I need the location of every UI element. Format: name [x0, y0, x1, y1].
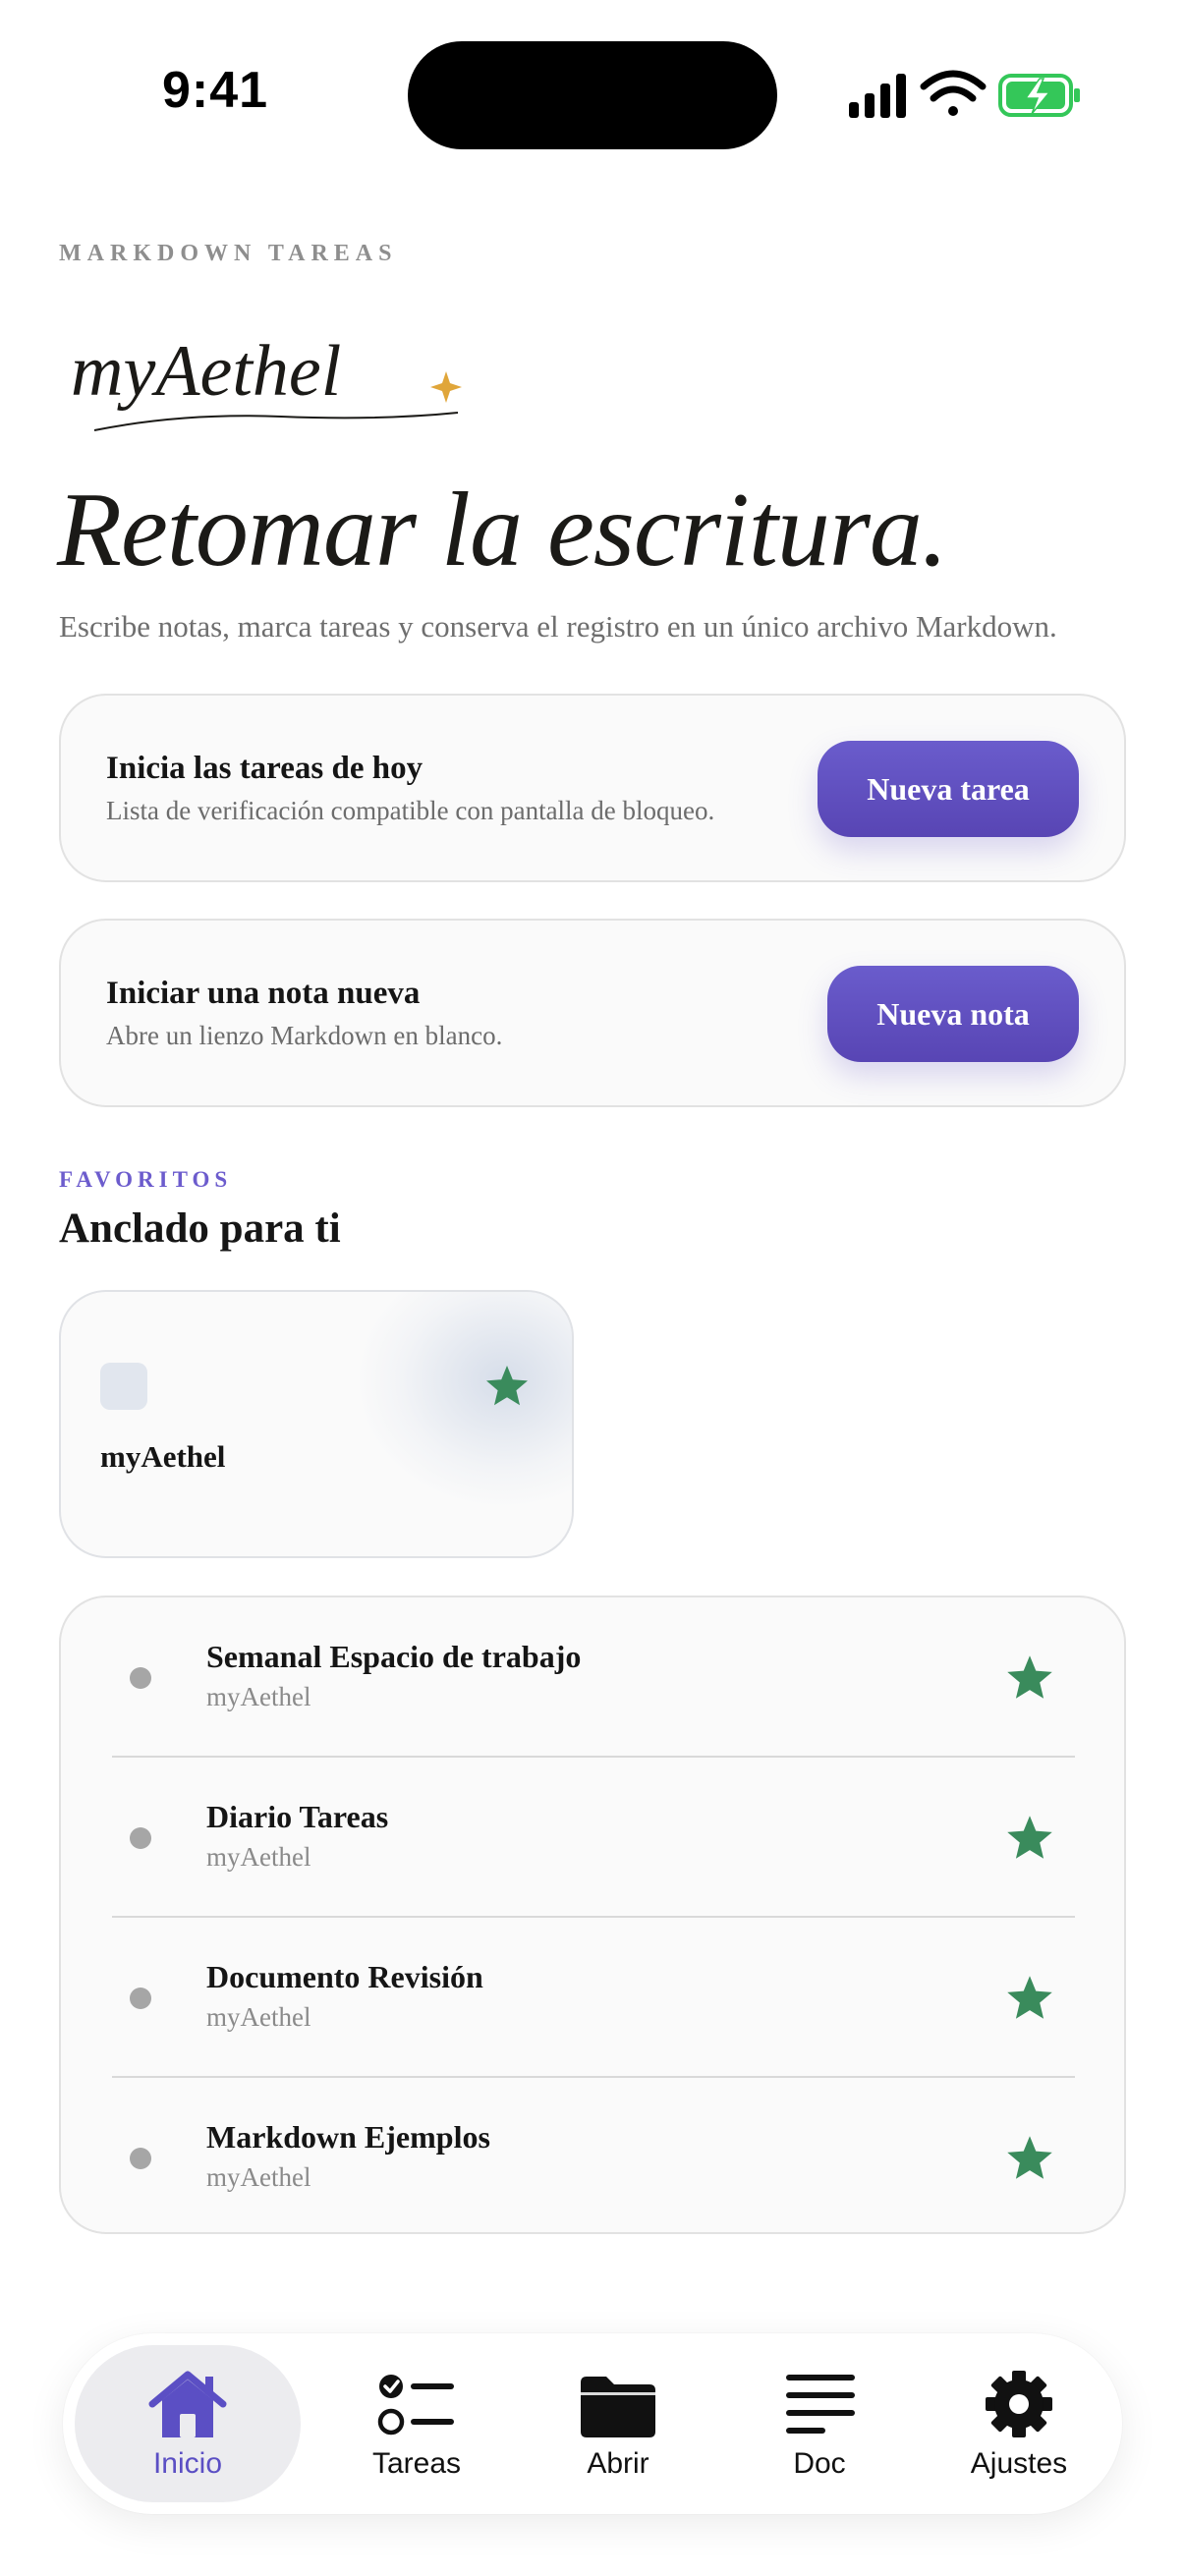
tab-label: Ajustes — [970, 2447, 1068, 2480]
text-lines-icon — [786, 2375, 855, 2434]
bullet-dot — [130, 2148, 151, 2169]
tab-inicio[interactable]: Inicio — [75, 2345, 301, 2502]
list-item-subtitle: myAethel — [206, 1842, 311, 1872]
battery-charging-icon — [998, 74, 1080, 117]
tab-doc[interactable]: Doc — [716, 2345, 923, 2502]
page-title: Retomar la escritura. — [57, 472, 948, 588]
checklist-icon — [377, 2375, 454, 2436]
tab-label: Doc — [793, 2447, 846, 2480]
new-note-card: Iniciar una nota nueva Abre un lienzo Ma… — [59, 919, 1126, 1107]
pinned-card[interactable]: myAethel — [59, 1290, 574, 1558]
pinned-title: myAethel — [100, 1439, 226, 1474]
pinned-card-glow — [356, 1292, 572, 1508]
favorites-list: Semanal Espacio de trabajo myAethel Diar… — [59, 1596, 1126, 2234]
tab-label: Abrir — [587, 2447, 649, 2480]
star-icon[interactable] — [1004, 1973, 1055, 2024]
bullet-dot — [130, 1827, 151, 1849]
list-item-title: Documento Revisión — [206, 1959, 483, 1994]
star-icon[interactable] — [483, 1363, 531, 1410]
tab-ajustes[interactable]: Ajustes — [916, 2345, 1122, 2502]
gear-icon — [986, 2371, 1052, 2437]
start-tasks-description: Lista de verificación compatible con pan… — [106, 796, 715, 825]
star-icon[interactable] — [1004, 2133, 1055, 2184]
list-item-title: Semanal Espacio de trabajo — [206, 1639, 582, 1674]
list-item-subtitle: myAethel — [206, 2002, 311, 2032]
new-note-button[interactable]: Nueva nota — [827, 966, 1079, 1062]
status-icons — [849, 70, 1080, 118]
start-tasks-title: Inicia las tareas de hoy — [106, 751, 423, 786]
tab-label: Inicio — [152, 2447, 223, 2480]
pinned-thumbnail — [100, 1363, 147, 1410]
tab-tareas[interactable]: Tareas — [313, 2345, 520, 2502]
new-task-button[interactable]: Nueva tarea — [818, 741, 1079, 837]
list-item-title: Diario Tareas — [206, 1799, 389, 1834]
tab-bar: Inicio Tareas Abrir Doc Ajustes — [63, 2333, 1122, 2514]
bullet-dot — [130, 1988, 151, 2009]
list-item-subtitle: myAethel — [206, 2162, 311, 2192]
tab-label: Tareas — [371, 2447, 462, 2480]
star-icon[interactable] — [1004, 1652, 1055, 1704]
page-subtitle: Escribe notas, marca tareas y conserva e… — [59, 609, 1057, 644]
favorites-eyebrow: FAVORITOS — [59, 1167, 233, 1192]
house-icon — [148, 2371, 227, 2437]
bullet-dot — [130, 1667, 151, 1689]
star-icon[interactable] — [1004, 1813, 1055, 1864]
favorites-title: Anclado para ti — [59, 1205, 341, 1252]
new-note-description: Abre un lienzo Markdown en blanco. — [106, 1021, 503, 1050]
list-item-subtitle: myAethel — [206, 1682, 311, 1711]
folder-icon — [581, 2377, 655, 2437]
list-item[interactable]: Markdown Ejemplos myAethel — [61, 2078, 1124, 2238]
list-item[interactable]: Documento Revisión myAethel — [61, 1918, 1124, 2078]
page-eyebrow: MARKDOWN TAREAS — [59, 241, 398, 266]
new-note-title: Iniciar una nota nueva — [106, 976, 421, 1011]
list-item[interactable]: Diario Tareas myAethel — [61, 1758, 1124, 1918]
cellular-signal-icon — [849, 74, 906, 118]
status-bar: 9:41 — [0, 0, 1185, 187]
status-time: 9:41 — [162, 62, 269, 119]
app-logo: myAethel — [71, 331, 462, 431]
list-item[interactable]: Semanal Espacio de trabajo myAethel — [61, 1597, 1124, 1758]
start-tasks-card: Inicia las tareas de hoy Lista de verifi… — [59, 694, 1126, 882]
list-item-title: Markdown Ejemplos — [206, 2119, 490, 2155]
tab-abrir[interactable]: Abrir — [515, 2345, 721, 2502]
logo-script: myAethel — [71, 331, 341, 412]
wifi-icon — [920, 70, 987, 116]
sparkle-icon — [430, 371, 462, 403]
dynamic-island — [408, 41, 777, 149]
